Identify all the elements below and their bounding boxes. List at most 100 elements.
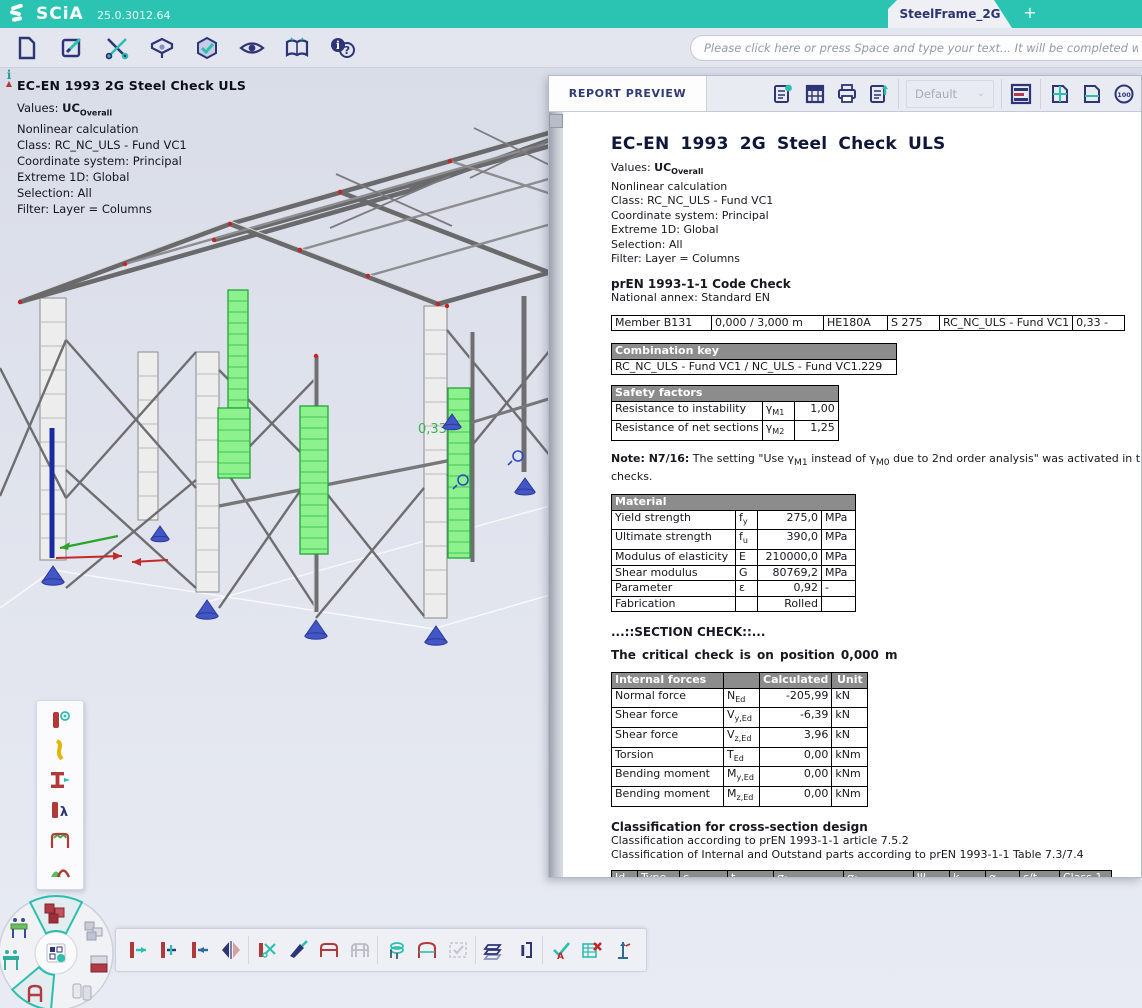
wheel-center-button[interactable] (47, 944, 65, 962)
table-cell: 80769,2 (758, 565, 822, 581)
table-cell: MPa (822, 565, 856, 581)
table-row: Bending momentMz,Ed0,00kNm (612, 787, 868, 807)
edit-icon (59, 35, 85, 61)
curved-beam-icon (48, 738, 72, 762)
new-tab-button[interactable]: + (1020, 3, 1040, 22)
single-page-button[interactable] (1076, 79, 1108, 109)
table-row: Parameterε0,92- (612, 581, 856, 597)
workstation-wheel[interactable] (0, 890, 123, 1008)
edit-button[interactable] (49, 31, 94, 65)
selection-box-button[interactable] (442, 932, 473, 968)
meta-line: Selection: All (611, 238, 1141, 253)
new-project-button[interactable] (4, 31, 49, 65)
svg-text:?: ? (343, 44, 349, 57)
member-summary-table: Member B1310,000 / 3,000 m HE180AS 275 R… (611, 315, 1125, 332)
table-row: Bending momentMy,Ed0,00kNm (612, 767, 868, 787)
tools-button[interactable] (94, 31, 139, 65)
table-cell: Vy,Ed (724, 708, 760, 728)
command-line-input[interactable] (690, 35, 1142, 61)
zoom-preset-select[interactable]: Default ⌄ (906, 80, 994, 108)
report-preview-tab[interactable]: REPORT PREVIEW (549, 76, 707, 111)
paintbrush-button[interactable] (282, 932, 313, 968)
main-toolbar: i ? (0, 28, 1142, 68)
move-node-button[interactable] (122, 932, 153, 968)
toolbar-separator (248, 936, 249, 964)
report-preview-tab-label: REPORT PREVIEW (569, 87, 686, 100)
table-cell: Rolled (758, 596, 822, 612)
table-cell: Shear force (612, 708, 724, 728)
table-cell: Shear force (612, 728, 724, 748)
calculate-button[interactable] (184, 31, 229, 65)
scia-logo-icon (8, 3, 30, 25)
table-cell (822, 596, 856, 612)
table-cell: Mz,Ed (724, 787, 760, 807)
meta-values-line: Values: UCOverall (611, 161, 1141, 180)
zoom-100-button[interactable]: 100 (1108, 79, 1140, 109)
delete-table-button[interactable] (576, 932, 607, 968)
section-check-heading: ...::SECTION CHECK::... (611, 625, 1141, 639)
align-members-button[interactable] (184, 932, 215, 968)
arch-shell-icon (48, 858, 72, 882)
frame-load-button[interactable] (42, 825, 78, 855)
frame-tool-button[interactable] (313, 932, 344, 968)
mirror-button[interactable] (215, 932, 246, 968)
rename-button[interactable]: I (509, 932, 540, 968)
title-bar: SCiA 25.0.3012.64 SteelFrame_2G + (0, 0, 1142, 28)
table-row: Ultimate strengthfu390,0MPa (612, 530, 856, 550)
buckling-button[interactable]: λ (42, 795, 78, 825)
table-cell: 0,92 (758, 581, 822, 597)
connect-members-button[interactable] (153, 932, 184, 968)
help-button[interactable]: i ? (319, 31, 364, 65)
note-paragraph: Note: N7/16: The setting "Use γM1 instea… (611, 452, 1141, 470)
seat-tool-button[interactable] (380, 932, 411, 968)
project-tab[interactable]: SteelFrame_2G (888, 0, 1012, 28)
note-paragraph-2: checks. (611, 470, 1141, 484)
table-cell: MPa (822, 550, 856, 566)
project-tab-label: SteelFrame_2G (899, 7, 1000, 21)
shell-button[interactable] (42, 855, 78, 885)
visibility-button[interactable] (229, 31, 274, 65)
meta-line: Coordinate system: Principal (611, 209, 1141, 224)
table-cell: Yield strength (612, 510, 736, 530)
two-pages-button[interactable] (1044, 79, 1076, 109)
toolbar-separator (898, 79, 899, 109)
legend-title: EC-EN 1993 2G Steel Check ULS (17, 78, 246, 94)
layers-button[interactable] (478, 932, 509, 968)
table-cell: 390,0 (758, 530, 822, 550)
table-cell: Bending moment (612, 767, 724, 787)
wheel-icon-box[interactable] (91, 956, 107, 972)
table-cell: 0,00 (760, 747, 832, 767)
member-tools-toolbar: λ (36, 700, 84, 890)
report-meta: Values: UCOverall Nonlinear calculation … (611, 161, 1141, 267)
trim-button[interactable] (251, 932, 282, 968)
curved-beam-button[interactable] (42, 735, 78, 765)
frame-tool-disabled-button[interactable] (344, 932, 375, 968)
column-settings-button[interactable] (42, 705, 78, 735)
library-button[interactable] (274, 31, 319, 65)
toc-button[interactable] (1005, 79, 1037, 109)
legend-info-marker[interactable]: i ▲ (3, 70, 15, 87)
print-button[interactable] (831, 79, 863, 109)
export-report-button[interactable] (863, 79, 895, 109)
table-cell: MPa (822, 510, 856, 530)
open-book-icon (283, 35, 311, 61)
table-cell: 1,00 (794, 401, 838, 421)
cross-section-button[interactable] (42, 765, 78, 795)
svg-text:100: 100 (1117, 91, 1131, 99)
dimension-button[interactable] (607, 932, 638, 968)
table-row: RC_NC_ULS - Fund VC1 / NC_ULS - Fund VC1… (612, 359, 897, 375)
page-scroll-corner[interactable] (549, 114, 563, 128)
check-style-button[interactable]: A (545, 932, 576, 968)
hall-frame-button[interactable] (411, 932, 442, 968)
model-button[interactable] (139, 31, 184, 65)
structure-model-icon (148, 35, 176, 61)
classification-line: Classification of Internal and Outstand … (611, 848, 1141, 862)
insert-table-button[interactable] (799, 79, 831, 109)
table-cell: γM1 (762, 401, 794, 421)
svg-text:λ: λ (60, 805, 68, 820)
table-cell (736, 596, 758, 612)
table-row: Resistance to instabilityγM11,00 (612, 401, 839, 421)
new-report-button[interactable] (767, 79, 799, 109)
table-cell: 1,25 (794, 421, 838, 441)
table-row: FabricationRolled (612, 596, 856, 612)
